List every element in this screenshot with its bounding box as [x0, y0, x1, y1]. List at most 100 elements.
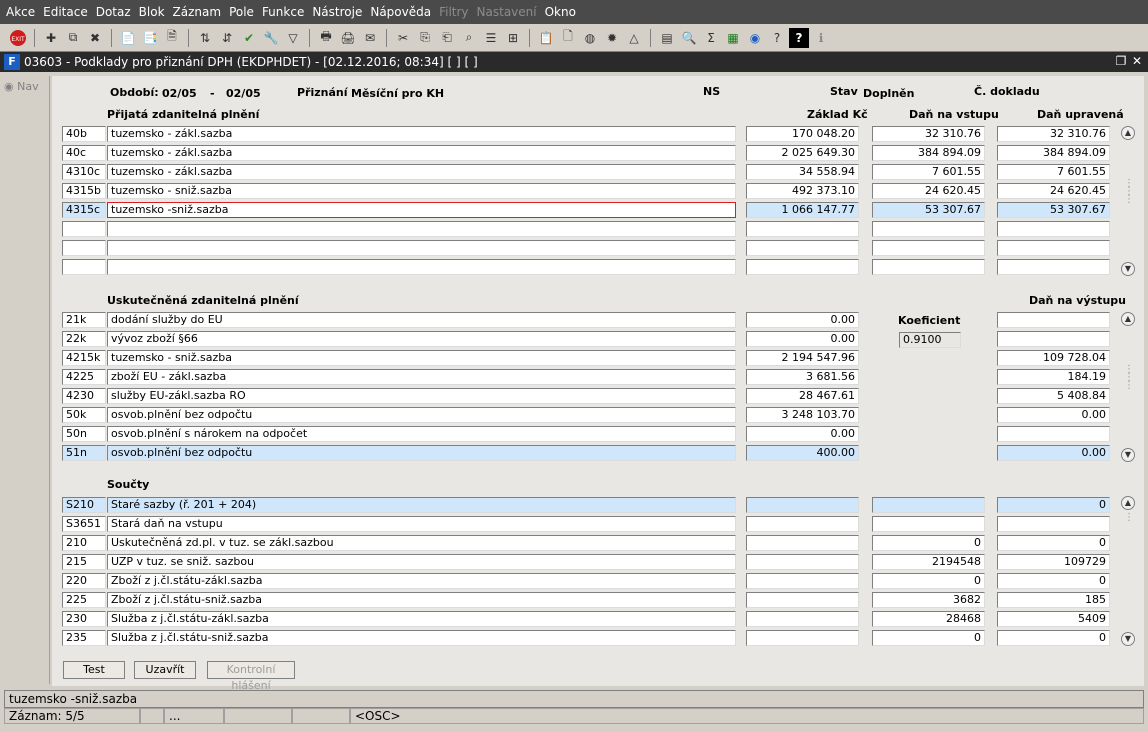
- copy-icon[interactable]: ⎘: [415, 28, 435, 48]
- row-sum-a-field[interactable]: [746, 516, 859, 532]
- row-dan-field[interactable]: 7 601.55: [872, 164, 985, 180]
- row-desc-field[interactable]: osvob.plnění s nárokem na odpočet: [107, 426, 736, 442]
- document-icon[interactable]: 🗋: [558, 28, 578, 48]
- row-dan-vystup-field[interactable]: 5 408.84: [997, 388, 1110, 404]
- section1-scrollbar[interactable]: ▲ ⋮ ⋮ ⋮ ▼: [1121, 126, 1137, 276]
- row-dan-field[interactable]: 384 894.09: [872, 145, 985, 161]
- row-code-field[interactable]: [62, 259, 106, 275]
- row-desc-field[interactable]: [107, 259, 736, 275]
- row-sum-b-field[interactable]: [872, 516, 985, 532]
- row-dan-field[interactable]: [872, 221, 985, 237]
- row-dan-field[interactable]: 32 310.76: [872, 126, 985, 142]
- help-icon[interactable]: ?: [789, 27, 809, 48]
- triangle-icon[interactable]: △: [624, 28, 644, 48]
- settings-icon[interactable]: ✹: [602, 28, 622, 48]
- row-sum-b-field[interactable]: 3682: [872, 592, 985, 608]
- row-desc-field[interactable]: Služba z j.čl.státu-sniž.sazba: [107, 630, 736, 646]
- row-upr-field[interactable]: 7 601.55: [997, 164, 1110, 180]
- menu-item[interactable]: Akce: [2, 5, 39, 19]
- row-desc-field[interactable]: tuzemsko -sniž.sazba: [107, 202, 736, 218]
- chart-icon[interactable]: ▤: [657, 28, 677, 48]
- paste-icon[interactable]: ⎗: [437, 28, 457, 48]
- row-zaklad-field[interactable]: 0.00: [746, 312, 859, 328]
- row-sum-a-field[interactable]: [746, 535, 859, 551]
- scroll-up-icon[interactable]: ▲: [1121, 496, 1135, 510]
- add-record-icon[interactable]: ✚: [41, 28, 61, 48]
- row-sum-c-field[interactable]: 109729: [997, 554, 1110, 570]
- row-code-field[interactable]: 51n: [62, 445, 106, 461]
- row-desc-field[interactable]: dodání služby do EU: [107, 312, 736, 328]
- row-dan-field[interactable]: [872, 259, 985, 275]
- row-sum-b-field[interactable]: 0: [872, 630, 985, 646]
- query-icon[interactable]: 📄: [118, 28, 138, 48]
- row-upr-field[interactable]: [997, 259, 1110, 275]
- row-zaklad-field[interactable]: [746, 221, 859, 237]
- row-code-field[interactable]: 22k: [62, 331, 106, 347]
- row-code-field[interactable]: 235: [62, 630, 106, 646]
- exit-icon[interactable]: EXIT: [8, 28, 28, 48]
- scroll-up-icon[interactable]: ▲: [1121, 126, 1135, 140]
- row-desc-field[interactable]: Zboží z j.čl.státu-zákl.sazba: [107, 573, 736, 589]
- row-dan-vystup-field[interactable]: 0.00: [997, 445, 1110, 461]
- row-code-field[interactable]: 40b: [62, 126, 106, 142]
- row-desc-field[interactable]: [107, 240, 736, 256]
- row-upr-field[interactable]: [997, 240, 1110, 256]
- mail-icon[interactable]: ✉: [360, 28, 380, 48]
- list-icon[interactable]: ☰: [481, 28, 501, 48]
- row-code-field[interactable]: 50k: [62, 407, 106, 423]
- row-desc-field[interactable]: [107, 221, 736, 237]
- nav-tab[interactable]: ◉ Nav: [2, 76, 50, 684]
- row-code-field[interactable]: 4230: [62, 388, 106, 404]
- row-upr-field[interactable]: 32 310.76: [997, 126, 1110, 142]
- menu-item[interactable]: Funkce: [258, 5, 308, 19]
- scroll-down-icon[interactable]: ▼: [1121, 448, 1135, 462]
- cut-icon[interactable]: ✂: [393, 28, 413, 48]
- row-code-field[interactable]: 4315c: [62, 202, 106, 218]
- row-desc-field[interactable]: zboží EU - zákl.sazba: [107, 369, 736, 385]
- row-sum-b-field[interactable]: [872, 497, 985, 513]
- row-code-field[interactable]: S210: [62, 497, 106, 513]
- delete-record-icon[interactable]: ✖: [85, 28, 105, 48]
- row-zaklad-field[interactable]: 0.00: [746, 331, 859, 347]
- row-sum-b-field[interactable]: 0: [872, 573, 985, 589]
- stav-value[interactable]: Doplněn: [863, 87, 914, 100]
- row-code-field[interactable]: S3651: [62, 516, 106, 532]
- row-upr-field[interactable]: 384 894.09: [997, 145, 1110, 161]
- restore-icon[interactable]: ❐: [1114, 54, 1128, 68]
- row-sum-c-field[interactable]: 185: [997, 592, 1110, 608]
- row-sum-a-field[interactable]: [746, 497, 859, 513]
- row-code-field[interactable]: 220: [62, 573, 106, 589]
- web-icon[interactable]: ◉: [745, 28, 765, 48]
- scroll-down-icon[interactable]: ▼: [1121, 632, 1135, 646]
- row-sum-c-field[interactable]: 0: [997, 573, 1110, 589]
- row-zaklad-field[interactable]: 28 467.61: [746, 388, 859, 404]
- search-icon[interactable]: 🔍: [679, 28, 699, 48]
- menu-item[interactable]: Okno: [541, 5, 580, 19]
- sort-asc-icon[interactable]: ⇅: [195, 28, 215, 48]
- row-dan-vystup-field[interactable]: [997, 426, 1110, 442]
- uzavrit-button[interactable]: Uzavřít: [134, 661, 196, 679]
- execute-query-icon[interactable]: 📑: [140, 28, 160, 48]
- row-desc-field[interactable]: Uskutečněná zd.pl. v tuz. se zákl.sazbou: [107, 535, 736, 551]
- tools-icon[interactable]: 🔧: [261, 28, 281, 48]
- row-dan-vystup-field[interactable]: [997, 312, 1110, 328]
- menu-item[interactable]: Záznam: [169, 5, 226, 19]
- row-sum-c-field[interactable]: 0: [997, 535, 1110, 551]
- row-sum-a-field[interactable]: [746, 592, 859, 608]
- row-zaklad-field[interactable]: 34 558.94: [746, 164, 859, 180]
- row-zaklad-field[interactable]: 0.00: [746, 426, 859, 442]
- row-zaklad-field[interactable]: 3 248 103.70: [746, 407, 859, 423]
- menu-item[interactable]: Dotaz: [92, 5, 135, 19]
- close-icon[interactable]: ✕: [1130, 54, 1144, 68]
- menu-item[interactable]: Nápověda: [366, 5, 435, 19]
- clipboard-icon[interactable]: 📋: [536, 28, 556, 48]
- row-code-field[interactable]: 50n: [62, 426, 106, 442]
- row-sum-c-field[interactable]: 5409: [997, 611, 1110, 627]
- row-code-field[interactable]: 215: [62, 554, 106, 570]
- scroll-grip[interactable]: ⋮: [1121, 513, 1137, 523]
- row-desc-field[interactable]: Služba z j.čl.státu-zákl.sazba: [107, 611, 736, 627]
- row-code-field[interactable]: 4310c: [62, 164, 106, 180]
- obdobi-to[interactable]: 02/05: [226, 87, 261, 100]
- row-desc-field[interactable]: služby EU-zákl.sazba RO: [107, 388, 736, 404]
- row-sum-a-field[interactable]: [746, 630, 859, 646]
